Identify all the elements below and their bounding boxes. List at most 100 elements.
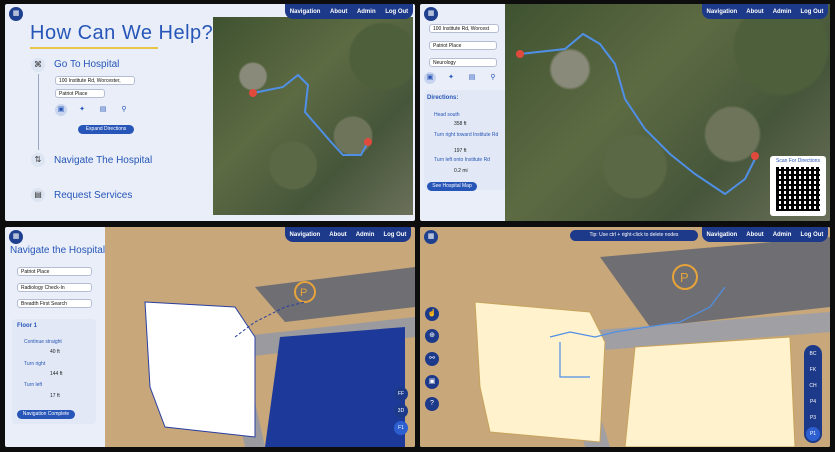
nav-logout[interactable]: Log Out [796,9,827,15]
floor-map-drawing: P [420,227,830,447]
travel-modes: ▣ ✦ ▤ ⚲ [55,104,130,116]
floor-fk-button[interactable]: FK [806,363,820,377]
floor-f1-button[interactable]: F1 [394,421,408,435]
home-panel: ▦ Navigation About Admin Log Out How Can… [5,4,415,221]
transit-icon[interactable]: ▤ [97,104,109,116]
satellite-map[interactable] [213,17,413,215]
floor-3d-button[interactable]: 3D [394,404,408,418]
nav-admin[interactable]: Admin [352,232,379,238]
signpost-icon: ⇅ [31,153,45,167]
go-to-hospital-label[interactable]: Go To Hospital [54,59,119,70]
hospital-logo-icon[interactable]: ▦ [9,7,23,21]
bike-icon[interactable]: ⚲ [118,104,130,116]
direction-step: Turn right [24,361,46,367]
step-distance: 40 ft [50,349,60,355]
expand-directions-button[interactable]: Expand Directions [78,125,134,134]
qr-title: Scan For Directions [776,158,820,164]
nav-logout[interactable]: Log Out [796,232,827,238]
start-address-input[interactable]: 100 Institute Rd, Worcest [429,24,499,33]
nav-about[interactable]: About [325,232,350,238]
directions-box: Directions: Head south 358 ft Turn right… [424,90,507,191]
floor-directions-box: Floor 1 Continue straight 40 ft Turn rig… [12,319,96,424]
step-distance: 197 ft [454,148,467,154]
see-hospital-map-button[interactable]: See Hospital Map [427,182,477,191]
floor-map[interactable]: P [420,227,830,447]
nav-navigation[interactable]: Navigation [703,232,742,238]
floor-map-drawing: P [105,227,415,447]
navigation-complete-button[interactable]: Navigation Complete [17,410,75,419]
save-icon[interactable]: ▣ [425,375,439,389]
destination-select[interactable]: Patriot Place [429,41,497,50]
nav-admin[interactable]: Admin [353,9,380,15]
admin-map-panel: P ▦ Tip: Use ctrl + right-click to delet… [420,227,830,447]
direction-step: Continue straight [24,339,62,345]
step-distance: 0.2 mi [454,168,468,174]
start-address-input[interactable]: 100 Institute Rd, Worcester, [55,76,135,85]
step-distance: 358 ft [454,121,467,127]
floor-label: Floor 1 [17,323,38,329]
destination-select[interactable]: Patriot Place [55,89,105,98]
add-node-icon[interactable]: ⊕ [425,329,439,343]
hospital-nav-panel: ▦ Navigation About Admin Log Out Navigat… [5,227,415,447]
building-select[interactable]: Patriot Place [17,267,92,276]
floor-p4-button[interactable]: P4 [806,395,820,409]
top-nav: Navigation About Admin Log Out [285,227,411,242]
top-nav: Navigation About Admin Log Out [702,4,828,19]
qr-code-card: Scan For Directions [770,156,826,216]
direction-step: Turn right toward Institute Rd [434,132,499,138]
hospital-logo-icon[interactable]: ▦ [424,7,438,21]
nav-navigation[interactable]: Navigation [703,9,742,15]
travel-modes: ▣ ✦ ▤ ⚲ [424,72,499,84]
transit-icon[interactable]: ▤ [466,72,478,84]
request-services-label[interactable]: Request Services [54,190,132,201]
department-select[interactable]: Neurology [429,58,497,67]
edge-icon[interactable]: ⚯ [425,352,439,366]
page-title: Navigate the Hospital [10,245,106,256]
direction-step: Turn left onto Institute Rd [434,157,490,163]
nav-logout[interactable]: Log Out [381,9,412,15]
page-title: How Can We Help? [30,22,214,44]
svg-text:P: P [680,270,689,285]
direction-step: Head south [434,112,460,118]
step-distance: 144 ft [50,371,63,377]
car-icon[interactable]: ▣ [55,104,67,116]
step-distance: 17 ft [50,393,60,399]
nav-navigation[interactable]: Navigation [286,9,325,15]
nav-about[interactable]: About [326,9,351,15]
nav-navigation[interactable]: Navigation [286,232,325,238]
floor-selector: BC FK CH P4 P3 P1 [804,345,822,443]
nav-admin[interactable]: Admin [769,9,796,15]
floor-bc-button[interactable]: BC [806,347,820,361]
walk-icon[interactable]: ✦ [445,72,457,84]
hospital-logo-icon[interactable]: ▦ [424,230,438,244]
walk-icon[interactable]: ✦ [76,104,88,116]
directions-heading: Directions: [427,95,459,101]
floor-p1-button[interactable]: P1 [806,427,820,441]
floor-ff-button[interactable]: FF [394,387,408,401]
top-nav: Navigation About Admin Log Out [285,4,413,19]
direction-step: Turn left [24,382,43,388]
qr-code-image [776,167,820,211]
nav-logout[interactable]: Log Out [379,232,410,238]
navigate-hospital-label[interactable]: Navigate The Hospital [54,155,152,166]
bike-icon[interactable]: ⚲ [487,72,499,84]
algorithm-select[interactable]: Breadth First Search [17,299,92,308]
hospital-logo-icon[interactable]: ▦ [9,230,23,244]
floor-map[interactable]: P [105,227,415,447]
title-underline [30,47,158,49]
pointer-icon[interactable]: ☝ [425,307,439,321]
help-icon[interactable]: ? [425,397,439,411]
map-icon: ⌘ [31,58,45,72]
admin-tip: Tip: Use ctrl + right-click to delete no… [570,230,698,241]
nav-about[interactable]: About [742,232,767,238]
car-icon[interactable]: ▣ [424,72,436,84]
destination-select[interactable]: Radiology Check-In [17,283,92,292]
route-line [249,73,372,156]
floor-p3-button[interactable]: P3 [806,411,820,425]
nav-admin[interactable]: Admin [769,232,796,238]
divider [38,74,39,150]
directions-panel: ▦ Navigation About Admin Log Out 100 Ins… [420,4,830,221]
floor-ch-button[interactable]: CH [806,379,820,393]
top-nav: Navigation About Admin Log Out [702,227,828,242]
nav-about[interactable]: About [742,9,767,15]
